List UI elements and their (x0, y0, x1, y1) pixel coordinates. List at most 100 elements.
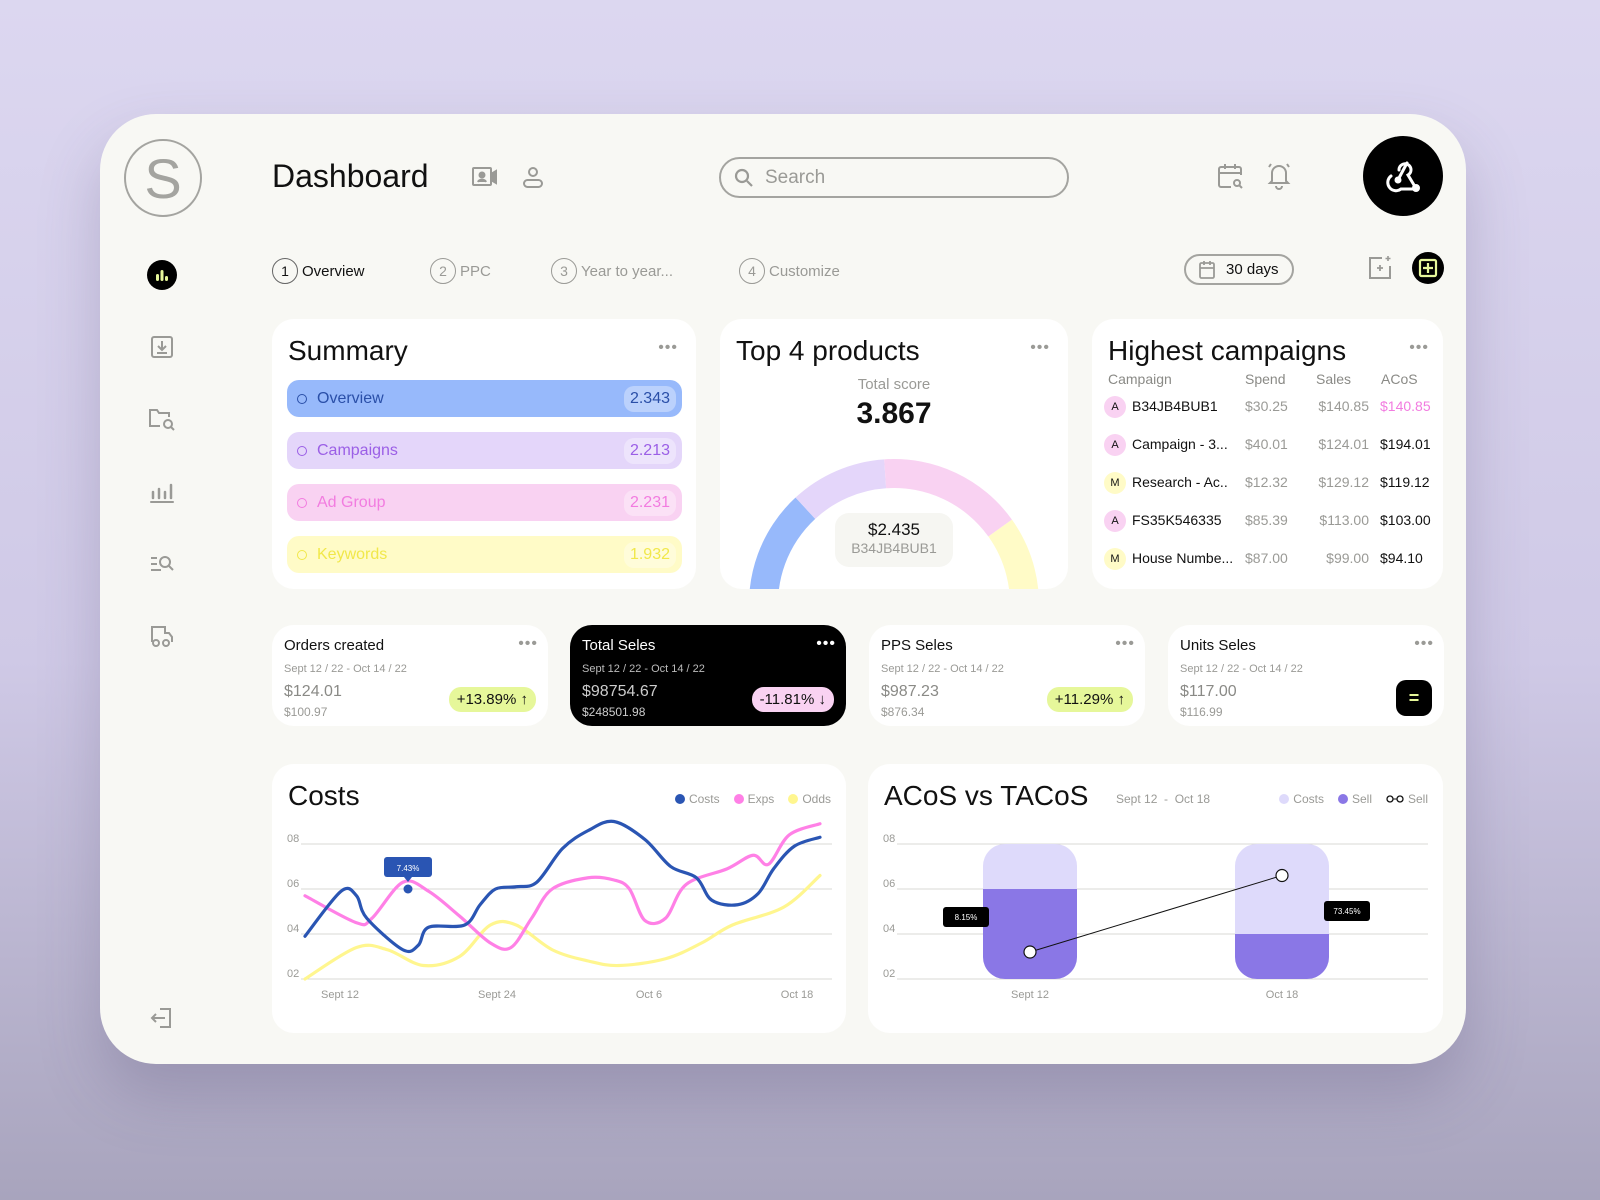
sidebar-item-dashboard[interactable] (147, 260, 177, 290)
col-campaign: Campaign (1108, 371, 1172, 387)
campaigns-more-button[interactable]: ••• (1409, 339, 1429, 357)
bar-chart-icon (156, 270, 168, 281)
stat-value: $98754.67 (582, 683, 658, 700)
series-line-odds[interactable] (303, 873, 822, 981)
y-tick-label: 02 (883, 968, 895, 980)
sidebar-item-list-search[interactable] (142, 544, 182, 584)
campaign-sales: $113.00 (1319, 512, 1369, 528)
trend-point[interactable] (1023, 945, 1037, 959)
score-label: Total score (857, 376, 931, 393)
campaign-acos: $119.12 (1380, 474, 1430, 490)
stat-date-range: Sept 12 / 22 - Oct 14 / 22 (1180, 663, 1303, 675)
campaign-acos: $103.00 (1380, 512, 1431, 528)
total-sales-card[interactable]: Total Seles ••• Sept 12 / 22 - Oct 14 / 22… (570, 625, 846, 726)
analytics-icon (150, 483, 174, 503)
pps-sales-card[interactable]: PPS Seles ••• Sept 12 / 22 - Oct 14 / 22 $9… (869, 625, 1145, 726)
summary-row-ad-group[interactable]: Ad Group 2.231 (287, 484, 682, 521)
y-tick-label: 04 (287, 923, 299, 935)
series-line-costs[interactable] (303, 819, 822, 954)
sidebar-item-folder-search[interactable] (142, 400, 182, 440)
stat-more-button[interactable]: ••• (1414, 635, 1434, 653)
campaign-spend: $85.39 (1245, 512, 1288, 528)
stat-previous-value: $248501.98 (582, 705, 646, 719)
app-window: S Dashboard 1Overview 2PPC 3Year (100, 114, 1466, 1064)
stat-title: Total Seles (582, 637, 656, 654)
trend-point[interactable] (1275, 868, 1289, 883)
stat-more-button[interactable]: ••• (816, 635, 836, 653)
sidebar-item-analytics[interactable] (142, 471, 182, 511)
y-tick-label: 04 (883, 923, 895, 935)
stat-title: PPS Seles (881, 637, 953, 654)
stat-more-button[interactable]: ••• (518, 635, 538, 653)
campaign-name: B34JB4BUB1 (1132, 398, 1218, 414)
notifications-button[interactable] (1263, 159, 1293, 190)
campaign-row[interactable]: M Research - Ac.. $12.32 $129.12 $119.12 (1104, 471, 1439, 495)
campaign-name: Research - Ac.. (1132, 474, 1228, 490)
campaign-row[interactable]: A FS35K546335 $85.39 $113.00 $103.00 (1104, 509, 1439, 533)
tab-overview[interactable]: 1 Overview (272, 258, 365, 284)
summary-row-overview[interactable]: Overview 2.343 (287, 380, 682, 417)
webhook-icon (1386, 161, 1420, 193)
summary-row-campaigns[interactable]: Campaigns 2.213 (287, 432, 682, 469)
plus-square-icon (1418, 258, 1438, 278)
donut-segment-2[interactable] (795, 459, 887, 519)
bar-sell[interactable] (983, 889, 1077, 989)
costs-line-chart: 02 04 06 08 Sept 12 Sept 24 Oct 6 Oct 18 7.43% (287, 819, 832, 1001)
bar-group (1235, 844, 1329, 989)
stat-previous-value: $876.34 (881, 705, 925, 719)
tooltip-point[interactable] (403, 884, 413, 894)
y-tick-label: 08 (287, 833, 299, 845)
search-input[interactable] (765, 166, 1045, 189)
stat-title: Orders created (284, 637, 385, 654)
user-button[interactable] (518, 162, 548, 192)
stat-value: $987.23 (881, 683, 939, 700)
campaign-type-badge: A (1104, 434, 1126, 456)
stat-previous-value: $116.99 (1180, 705, 1223, 719)
calendar-search-button[interactable] (1215, 161, 1245, 191)
sidebar-item-shipping[interactable] (142, 616, 182, 656)
tab-year-to-year[interactable]: 3 Year to year... (551, 258, 673, 284)
y-tick-label: 06 (287, 878, 299, 890)
top-products-card: Top 4 products ••• Total score 3.867 $2.… (720, 319, 1068, 589)
bar-group (983, 844, 1077, 989)
search-bar[interactable] (719, 157, 1069, 198)
x-tick-label: Oct 18 (1266, 989, 1298, 1001)
sidebar-item-downloads[interactable] (142, 327, 182, 367)
date-range-button[interactable]: 30 days (1184, 254, 1294, 285)
units-sales-card[interactable]: Units Seles ••• Sept 12 / 22 - Oct 14 / 22… (1168, 625, 1444, 726)
tab-ppc[interactable]: 2 PPC (430, 258, 491, 284)
campaign-row[interactable]: A B34JB4BUB1 $30.25 $140.85 $140.85 (1104, 395, 1439, 419)
campaign-row[interactable]: A Campaign - 3... $40.01 $124.01 $194.01 (1104, 433, 1439, 457)
campaign-type-badge: A (1104, 510, 1126, 532)
campaign-sales: $99.00 (1326, 550, 1369, 566)
series-line-exps[interactable] (303, 822, 822, 951)
campaign-row[interactable]: M House Numbe... $87.00 $99.00 $94.10 (1104, 547, 1439, 571)
folder-search-icon (149, 409, 175, 431)
campaign-name: House Numbe... (1132, 550, 1234, 566)
score-value: 3.867 (856, 397, 932, 430)
add-button[interactable] (1412, 252, 1444, 284)
campaigns-title: Highest campaigns (1108, 335, 1347, 366)
video-contact-button[interactable] (470, 162, 500, 192)
bar-sell[interactable] (1235, 934, 1329, 989)
profile-avatar[interactable] (1363, 136, 1443, 216)
summary-row-keywords[interactable]: Keywords 1.932 (287, 536, 682, 573)
x-tick-label: Sept 24 (478, 989, 516, 1001)
donut-segment-1[interactable] (749, 497, 816, 589)
logout-button[interactable] (142, 998, 182, 1038)
calendar-icon (1199, 260, 1215, 279)
tab-customize[interactable]: 4 Customize (739, 258, 840, 284)
ring-icon (297, 549, 307, 560)
campaign-type-badge: M (1104, 472, 1126, 494)
campaign-spend: $30.25 (1245, 398, 1288, 414)
top-products-more-button[interactable]: ••• (1030, 339, 1050, 357)
campaign-spend: $87.00 (1245, 550, 1288, 566)
x-tick-label: Sept 12 (321, 989, 359, 1001)
ring-icon (297, 445, 307, 456)
orders-created-card[interactable]: Orders created ••• Sept 12 / 22 - Oct 14 /… (272, 625, 548, 726)
stat-more-button[interactable]: ••• (1115, 635, 1135, 653)
summary-more-button[interactable]: ••• (658, 339, 678, 357)
add-widget-button[interactable] (1366, 254, 1394, 287)
truck-icon (151, 626, 173, 647)
stat-change-badge: = (1396, 680, 1432, 716)
